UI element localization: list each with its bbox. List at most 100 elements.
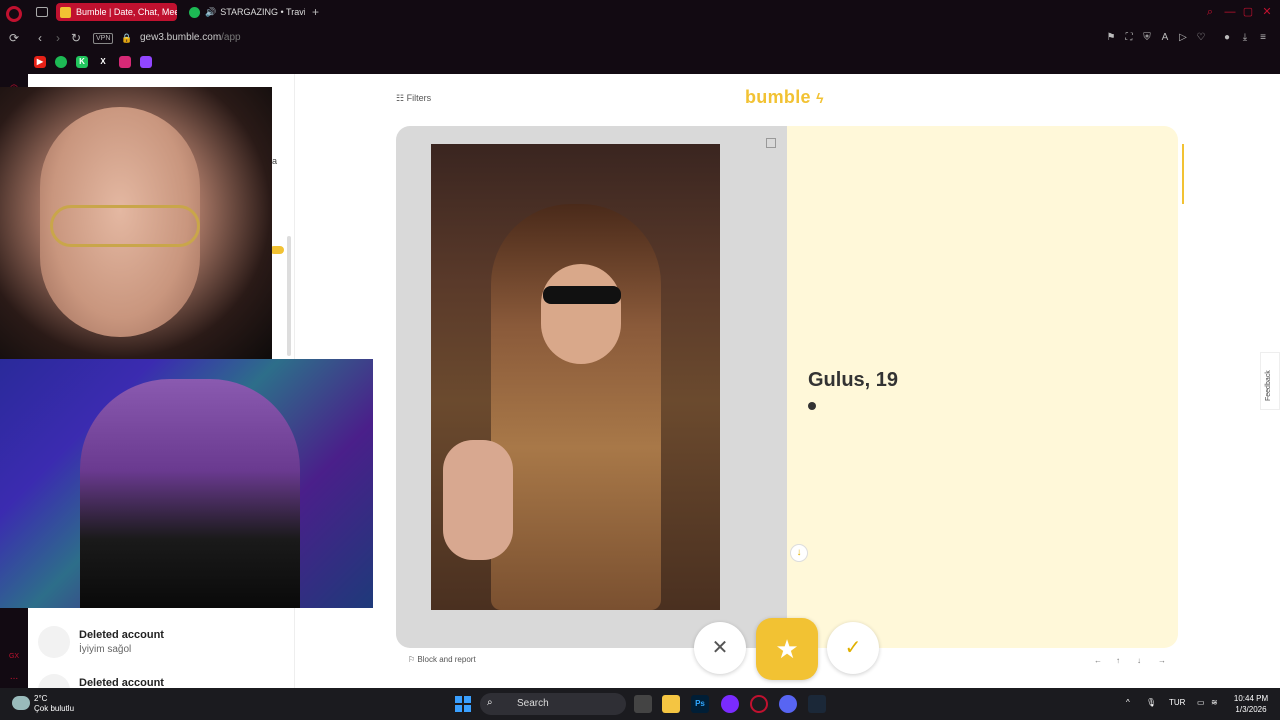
- tab-bar: Bumble | Date, Chat, Mee 🔊 STARGAZING • …: [0, 0, 1280, 24]
- bookmark-icon[interactable]: ⚑: [1105, 32, 1117, 44]
- twitch-icon[interactable]: [140, 56, 152, 68]
- youtube-icon[interactable]: ▶: [34, 56, 46, 68]
- search-tabs-icon[interactable]: ⌕: [1204, 6, 1216, 18]
- profile-card: Gulus, 19: [396, 126, 1178, 648]
- pass-button[interactable]: ✕: [694, 622, 746, 674]
- key-up-icon: ↑: [1116, 656, 1120, 665]
- expand-icon[interactable]: [766, 138, 776, 148]
- bookmarks-bar: ▶ K X: [0, 52, 1280, 72]
- wifi-icon[interactable]: ≋: [1211, 698, 1218, 707]
- player-icon[interactable]: ▷: [1177, 32, 1189, 44]
- sunglasses-icon: [543, 286, 621, 304]
- opera-logo-icon[interactable]: [6, 6, 22, 22]
- feedback-tab[interactable]: Feedback: [1260, 352, 1280, 410]
- taskbar-search[interactable]: ⌕ Search: [480, 693, 626, 715]
- x-icon[interactable]: X: [97, 56, 109, 68]
- taskbar-clock[interactable]: 10:44 PM 1/3/2026: [1226, 693, 1276, 715]
- avatar: [38, 626, 70, 658]
- webcam-overlay-top: [0, 87, 272, 359]
- mic-icon[interactable]: 🎙: [1146, 698, 1156, 707]
- file-explorer-icon[interactable]: [634, 695, 652, 713]
- vpn-badge[interactable]: VPN: [93, 33, 114, 44]
- more-icon[interactable]: ...: [7, 670, 21, 684]
- filters-icon: ☷: [396, 93, 405, 103]
- tab-manager-icon[interactable]: [36, 7, 48, 17]
- key-right-icon: →: [1158, 656, 1166, 665]
- spotify-icon[interactable]: [55, 56, 67, 68]
- start-tile: [464, 696, 471, 703]
- weather-temp: 2°C: [34, 694, 48, 703]
- display-icon[interactable]: ▭: [1197, 698, 1205, 707]
- shield-icon[interactable]: ⛨: [1141, 32, 1153, 44]
- like-button[interactable]: ✓: [827, 622, 879, 674]
- card-scrollbar[interactable]: [1182, 144, 1184, 204]
- menu-icon[interactable]: ≡: [1257, 32, 1269, 44]
- key-left-icon: ←: [1094, 656, 1102, 665]
- tab-spotify-title: STARGAZING • Travis: [220, 7, 305, 17]
- profile-name-age: Gulus, 19: [808, 369, 899, 391]
- profile-info-pane: Gulus, 19: [787, 126, 1178, 648]
- minimize-icon[interactable]: —: [1224, 6, 1236, 18]
- block-report-link[interactable]: ⚐ Block and report: [408, 655, 476, 664]
- gx-icon[interactable]: GX: [7, 650, 21, 664]
- windows-taskbar: 2°C Çok bulutlu ⌕ Search Ps ^ 🎙 TUR ▭ ≋ …: [0, 688, 1280, 720]
- url-field[interactable]: gew3.bumble.com/app: [140, 32, 241, 43]
- photo-face: [541, 264, 621, 364]
- partial-text: a: [272, 156, 278, 166]
- snapshot-icon[interactable]: ⛶: [1123, 32, 1135, 44]
- lock-icon[interactable]: 🔒: [120, 31, 134, 45]
- close-icon[interactable]: ✕: [1261, 6, 1273, 18]
- scroll-down-icon[interactable]: ↓: [790, 544, 808, 562]
- maximize-icon[interactable]: ▢: [1242, 6, 1254, 18]
- report-label: Block and report: [417, 655, 476, 664]
- superswipe-button[interactable]: ★: [756, 618, 818, 680]
- new-tab-button[interactable]: +: [312, 5, 319, 19]
- bumble-favicon-icon: [60, 6, 71, 18]
- discord-icon[interactable]: [779, 695, 797, 713]
- chevron-up-icon[interactable]: ^: [1126, 698, 1130, 707]
- spotify-favicon-icon: [189, 6, 200, 18]
- folder-icon[interactable]: [662, 695, 680, 713]
- bolt-icon: ϟ: [816, 90, 824, 106]
- reload-icon[interactable]: ↻: [69, 31, 83, 45]
- browser-chrome: Bumble | Date, Chat, Mee 🔊 STARGAZING • …: [0, 0, 1280, 74]
- weather-widget[interactable]: 2°C Çok bulutlu: [12, 693, 82, 715]
- start-tile: [455, 696, 462, 703]
- url-path: /app: [221, 32, 241, 43]
- profile-photo[interactable]: [431, 144, 720, 610]
- download-icon[interactable]: ⤓: [1239, 32, 1251, 44]
- weather-condition: Çok bulutlu: [34, 704, 75, 713]
- photo-hand: [443, 440, 513, 560]
- forward-icon[interactable]: ›: [51, 31, 65, 45]
- kick-icon[interactable]: K: [76, 56, 88, 68]
- cam2-figure: [80, 379, 300, 608]
- photoshop-icon[interactable]: Ps: [691, 695, 709, 713]
- opera-gx-icon[interactable]: [750, 695, 768, 713]
- reload-sidebar-icon[interactable]: ⟳: [7, 31, 21, 45]
- steam-icon[interactable]: [808, 695, 826, 713]
- tab-bumble[interactable]: Bumble | Date, Chat, Mee: [56, 3, 177, 21]
- filters-button[interactable]: ☷ Filters: [396, 93, 431, 104]
- search-placeholder: Search: [517, 698, 549, 709]
- language-indicator[interactable]: TUR: [1169, 698, 1185, 707]
- sidebar-scrollbar[interactable]: [287, 236, 291, 356]
- search-icon: ⌕: [487, 697, 493, 708]
- clock-time: 10:44 PM: [1233, 694, 1269, 703]
- heart-icon[interactable]: ♡: [1195, 32, 1207, 44]
- profile-icon[interactable]: ●: [1221, 32, 1233, 44]
- start-tile: [464, 705, 471, 712]
- back-icon[interactable]: ‹: [33, 31, 47, 45]
- translate-icon[interactable]: A: [1159, 32, 1171, 44]
- clock-date: 1/3/2026: [1235, 705, 1267, 714]
- glasses-icon: [50, 205, 200, 247]
- arc-icon[interactable]: [721, 695, 739, 713]
- tab-spotify[interactable]: 🔊 STARGAZING • Travis: [185, 3, 305, 21]
- start-icon[interactable]: [455, 696, 471, 712]
- url-host: gew3.bumble.com: [140, 32, 222, 43]
- match-item[interactable]: Deleted account İyiyim sağol: [38, 626, 288, 666]
- photo-pane: [396, 126, 787, 648]
- feedback-label: Feedback: [1265, 370, 1272, 401]
- bumble-logo[interactable]: bumble ϟ: [745, 87, 824, 108]
- address-bar-row: ⟳ ‹ › ↻ VPN 🔒 gew3.bumble.com/app ⚑ ⛶ ⛨ …: [0, 26, 1280, 50]
- instagram-icon[interactable]: [119, 56, 131, 68]
